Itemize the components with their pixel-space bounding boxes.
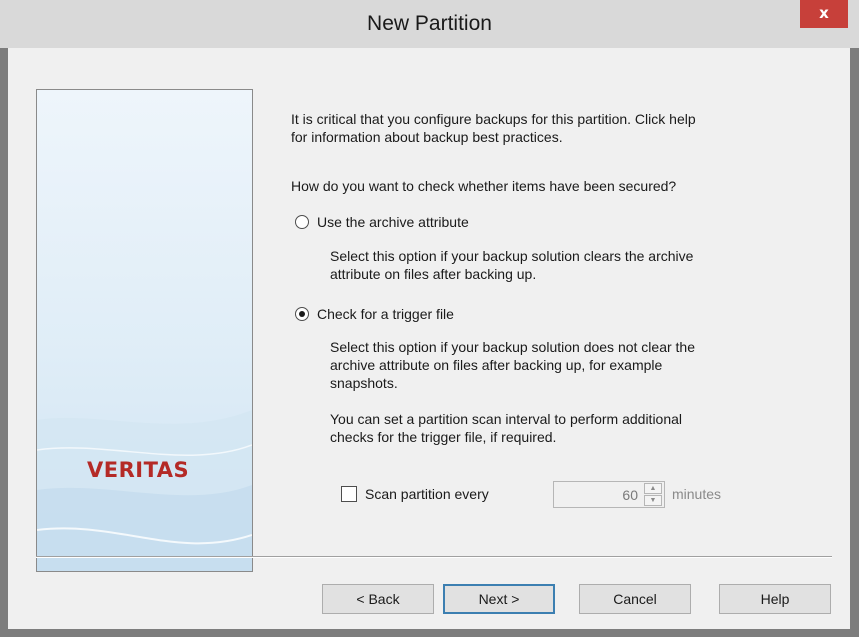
- radio-selected-dot: [299, 311, 305, 317]
- close-button[interactable]: x: [800, 0, 848, 28]
- window-title: New Partition: [367, 12, 492, 35]
- chevron-up-icon[interactable]: ▲: [644, 483, 662, 494]
- scan-note-line-1: You can set a partition scan interval to…: [330, 411, 683, 427]
- question-label: How do you want to check whether items h…: [291, 178, 677, 194]
- trigger-file-desc-line-3: snapshots.: [330, 375, 398, 391]
- trigger-file-radio[interactable]: [295, 307, 309, 321]
- archive-attribute-radio[interactable]: [295, 215, 309, 229]
- scan-note-line-2: checks for the trigger file, if required…: [330, 429, 557, 445]
- title-bar[interactable]: New Partition x: [0, 0, 859, 48]
- side-panel-graphic: [37, 90, 252, 571]
- archive-attribute-desc-line-2: attribute on files after backing up.: [330, 266, 537, 282]
- trigger-file-desc-line-1: Select this option if your backup soluti…: [330, 339, 695, 355]
- wizard-side-panel: VERITAS: [36, 89, 253, 572]
- intro-line-2: for information about backup best practi…: [291, 129, 563, 145]
- chevron-down-icon[interactable]: ▼: [644, 495, 662, 506]
- next-button[interactable]: Next >: [443, 584, 555, 614]
- trigger-file-label[interactable]: Check for a trigger file: [317, 305, 454, 323]
- spinner-buttons: ▲ ▼: [644, 483, 662, 506]
- trigger-file-desc-line-2: archive attribute on files after backing…: [330, 357, 663, 373]
- cancel-button[interactable]: Cancel: [579, 584, 691, 614]
- intro-line-1: It is critical that you configure backup…: [291, 111, 696, 127]
- archive-attribute-label[interactable]: Use the archive attribute: [317, 213, 469, 231]
- scan-partition-checkbox[interactable]: [341, 486, 357, 502]
- veritas-logo: VERITAS: [87, 458, 190, 482]
- new-partition-dialog: New Partition x VERITAS It is critical t…: [0, 0, 859, 637]
- dialog-body: VERITAS It is critical that you configur…: [8, 48, 850, 629]
- scan-interval-value[interactable]: 60: [622, 487, 638, 503]
- close-icon: x: [819, 4, 829, 22]
- scan-interval-spinner[interactable]: 60 ▲ ▼: [553, 481, 665, 508]
- back-button[interactable]: < Back: [322, 584, 434, 614]
- button-separator: [36, 556, 832, 558]
- scan-partition-label[interactable]: Scan partition every: [365, 485, 489, 503]
- help-button[interactable]: Help: [719, 584, 831, 614]
- archive-attribute-desc-line-1: Select this option if your backup soluti…: [330, 248, 694, 264]
- minutes-unit-label: minutes: [672, 486, 722, 502]
